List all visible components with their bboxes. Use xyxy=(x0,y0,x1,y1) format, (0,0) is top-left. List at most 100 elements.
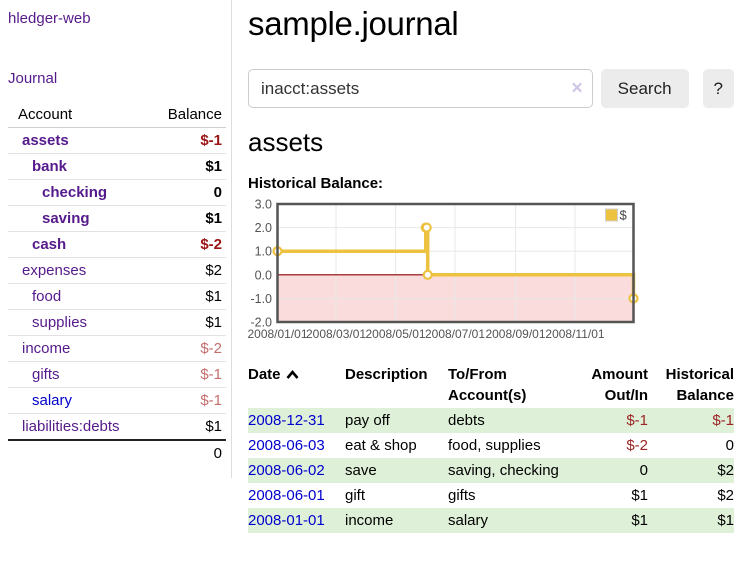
svg-text:2.0: 2.0 xyxy=(255,221,272,235)
clear-search-icon[interactable]: × xyxy=(572,79,583,98)
register-header-accounts: To/FromAccount(s) xyxy=(448,362,576,408)
transaction-row: 2008-06-02 savesaving, checking0$2 xyxy=(248,458,734,483)
search-box: × xyxy=(248,69,593,108)
svg-text:3.0: 3.0 xyxy=(255,198,272,212)
account-balance: $1 xyxy=(146,206,226,232)
account-link[interactable]: food xyxy=(32,288,61,305)
svg-text:$: $ xyxy=(620,208,628,223)
transaction-date-link[interactable]: 2008-12-31 xyxy=(248,412,325,429)
account-balance: $-1 xyxy=(146,388,226,414)
register-header-balance: HistoricalBalance xyxy=(648,362,734,408)
account-row: checking 0 xyxy=(8,180,226,206)
account-link[interactable]: saving xyxy=(42,210,90,227)
transaction-amount: $-2 xyxy=(576,433,648,458)
account-link[interactable]: supplies xyxy=(32,314,87,331)
account-link[interactable]: bank xyxy=(32,158,67,175)
account-row: saving $1 xyxy=(8,206,226,232)
account-row: salary $-1 xyxy=(8,388,226,414)
account-balance: 0 xyxy=(146,180,226,206)
transaction-row: 2008-12-31pay offdebts$-1$-1 xyxy=(248,408,734,433)
transaction-description: pay off xyxy=(345,408,448,433)
transaction-amount: $1 xyxy=(576,508,648,533)
transaction-date-link[interactable]: 2008-06-02 xyxy=(248,462,325,479)
account-row: assets$-1 xyxy=(8,128,226,154)
chart-title: Historical Balance: xyxy=(248,175,734,192)
transaction-description: income xyxy=(345,508,448,533)
account-balance: $-2 xyxy=(146,336,226,362)
transaction-description: gift xyxy=(345,483,448,508)
transaction-date-link[interactable]: 2008-06-03 xyxy=(248,437,325,454)
account-link[interactable]: assets xyxy=(22,132,69,149)
transaction-accounts: food, supplies xyxy=(448,433,576,458)
register-header-date[interactable]: Date xyxy=(248,362,345,408)
transaction-accounts: gifts xyxy=(448,483,576,508)
svg-text:2008/01/01: 2008/01/01 xyxy=(248,327,308,341)
account-balance: $1 xyxy=(146,154,226,180)
account-link[interactable]: liabilities:debts xyxy=(22,418,120,435)
account-link[interactable]: income xyxy=(22,340,70,357)
svg-text:2008/09/01: 2008/09/01 xyxy=(485,327,545,341)
sidebar-item-journal[interactable]: Journal xyxy=(8,70,231,87)
account-link[interactable]: cash xyxy=(32,236,66,253)
transaction-date-link[interactable]: 2008-06-01 xyxy=(248,487,325,504)
sort-asc-icon xyxy=(285,369,300,380)
svg-text:2008/07/01: 2008/07/01 xyxy=(425,327,485,341)
transaction-balance: $-1 xyxy=(648,408,734,433)
account-link[interactable]: checking xyxy=(42,184,107,201)
account-balance: $1 xyxy=(146,284,226,310)
transaction-balance: 0 xyxy=(648,433,734,458)
transaction-accounts: debts xyxy=(448,408,576,433)
transaction-balance: $1 xyxy=(648,508,734,533)
account-link[interactable]: gifts xyxy=(32,366,60,383)
account-balance: $-1 xyxy=(146,362,226,388)
svg-text:-1.0: -1.0 xyxy=(250,292,272,306)
account-row: food $1 xyxy=(8,284,226,310)
transaction-row: 2008-01-01incomesalary$1$1 xyxy=(248,508,734,533)
accounts-total-row: 0 xyxy=(8,440,226,466)
account-balance: $2 xyxy=(146,258,226,284)
accounts-header-balance: Balance xyxy=(146,103,226,128)
account-balance: $1 xyxy=(146,310,226,336)
page-title: sample.journal xyxy=(248,4,734,44)
account-balance: $1 xyxy=(146,414,226,441)
historical-balance-chart: $3.02.01.00.0-1.0-2.02008/01/012008/03/0… xyxy=(248,196,640,346)
register-header-description: Description xyxy=(345,362,448,408)
svg-text:2008/05/01: 2008/05/01 xyxy=(365,327,425,341)
transaction-amount: $1 xyxy=(576,483,648,508)
transaction-row: 2008-06-01giftgifts$1$2 xyxy=(248,483,734,508)
search-button[interactable]: Search xyxy=(601,69,689,108)
transaction-accounts: salary xyxy=(448,508,576,533)
accounts-header-row: Account Balance xyxy=(8,103,226,128)
svg-text:2008/03/01: 2008/03/01 xyxy=(306,327,366,341)
account-row: income $-2 xyxy=(8,336,226,362)
account-row: supplies $1 xyxy=(8,310,226,336)
transaction-description: eat & shop xyxy=(345,433,448,458)
register-table: Date Description To/FromAccount(s) Amoun… xyxy=(248,362,734,533)
account-link[interactable]: expenses xyxy=(22,262,86,279)
main-content: sample.journal × Search ? assets Histori… xyxy=(233,0,742,533)
account-heading: assets xyxy=(248,127,734,158)
transaction-amount: $-1 xyxy=(576,408,648,433)
accounts-table: Account Balance assets$-1bank$1checking0… xyxy=(8,103,226,466)
transaction-amount: 0 xyxy=(576,458,648,483)
account-row: gifts $-1 xyxy=(8,362,226,388)
search-form: × Search ? xyxy=(248,69,734,108)
account-row: cash $-2 xyxy=(8,232,226,258)
transaction-row: 2008-06-03 eat & shopfood, supplies$-20 xyxy=(248,433,734,458)
svg-text:0.0: 0.0 xyxy=(255,268,272,282)
svg-text:1.0: 1.0 xyxy=(255,245,272,259)
accounts-header-account: Account xyxy=(8,103,146,128)
account-link[interactable]: salary xyxy=(32,392,72,409)
help-button[interactable]: ? xyxy=(703,69,734,108)
account-row: expenses $2 xyxy=(8,258,226,284)
account-balance: $-2 xyxy=(146,232,226,258)
transaction-balance: $2 xyxy=(648,458,734,483)
svg-text:2008/11/01: 2008/11/01 xyxy=(545,327,604,341)
accounts-total-balance: 0 xyxy=(146,440,226,466)
brand-link[interactable]: hledger-web xyxy=(8,10,91,27)
search-input[interactable] xyxy=(248,69,593,108)
transaction-accounts: saving, checking xyxy=(448,458,576,483)
transaction-date-link[interactable]: 2008-01-01 xyxy=(248,512,325,529)
account-row: liabilities:debts $1 xyxy=(8,414,226,441)
transaction-description: save xyxy=(345,458,448,483)
